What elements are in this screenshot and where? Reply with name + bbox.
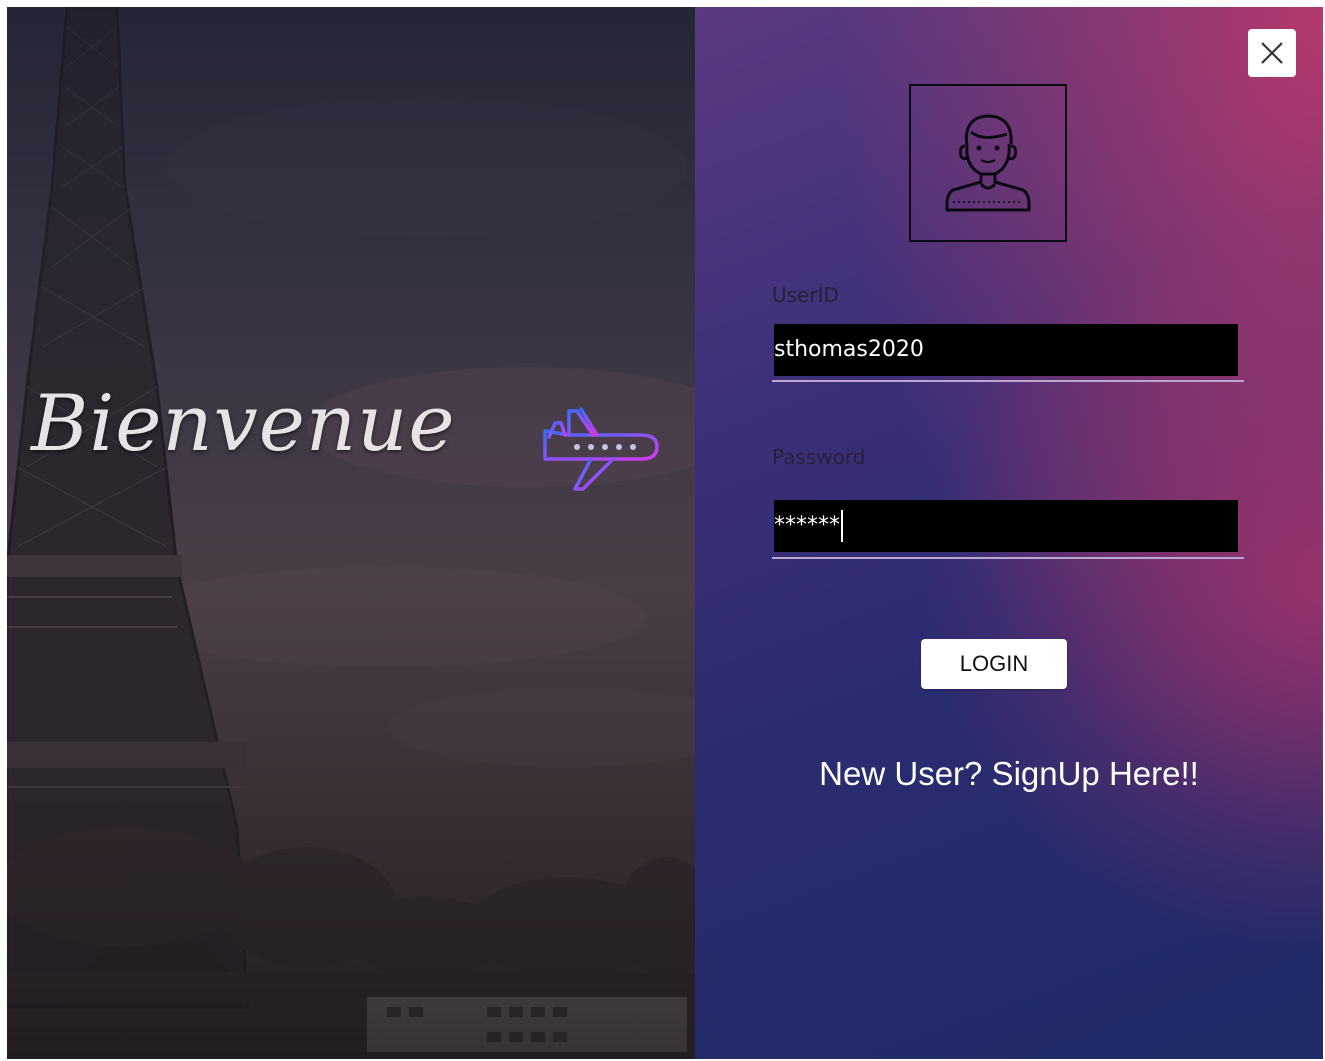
welcome-heading: Bienvenue	[31, 359, 456, 489]
close-icon	[1261, 42, 1283, 64]
password-input[interactable]: ******	[774, 500, 1238, 552]
close-button[interactable]	[1248, 29, 1296, 77]
password-value-wrap: ******	[774, 500, 843, 552]
userid-label: UserID	[772, 283, 839, 307]
eiffel-tower-photo	[7, 7, 695, 1059]
login-panel: UserID sthomas2020 Password ****** LOGIN…	[695, 7, 1323, 1059]
text-caret	[841, 510, 843, 542]
login-window: Bienvenue UserID sthomas2020 Password **…	[7, 7, 1323, 1059]
airplane-icon	[543, 407, 659, 491]
login-button[interactable]: LOGIN	[921, 639, 1067, 689]
password-label: Password	[772, 445, 866, 469]
avatar	[909, 84, 1067, 242]
password-value: ******	[774, 513, 840, 538]
user-avatar-icon	[945, 114, 1031, 212]
userid-input[interactable]: sthomas2020	[774, 324, 1238, 376]
userid-value: sthomas2020	[774, 337, 924, 362]
welcome-panel: Bienvenue	[7, 7, 695, 1059]
userid-underline	[772, 380, 1244, 382]
password-underline	[772, 557, 1244, 559]
signup-link[interactable]: New User? SignUp Here!!	[695, 755, 1323, 793]
welcome-text: Bienvenue	[31, 379, 456, 469]
